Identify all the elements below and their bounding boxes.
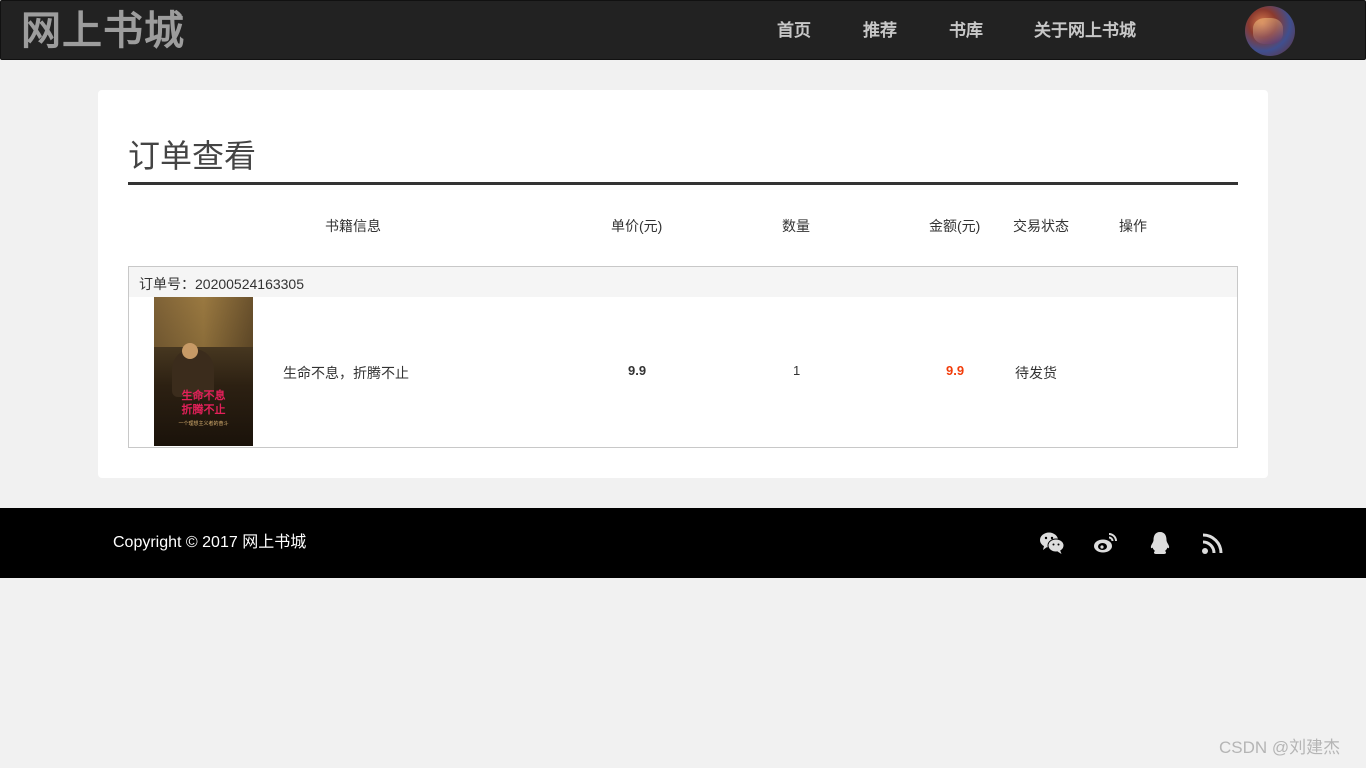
column-header-action: 操作 — [1119, 218, 1147, 234]
column-header-status: 交易状态 — [1013, 218, 1069, 234]
nav-recommend[interactable]: 推荐 — [863, 21, 897, 41]
title-divider — [128, 182, 1238, 185]
column-header-quantity: 数量 — [782, 218, 810, 234]
csdn-watermark: CSDN @刘建杰 — [1219, 738, 1341, 757]
quantity-value: 1 — [793, 363, 801, 378]
book-cover-image[interactable]: 生命不息 折腾不止 一个理想主义者的奋斗 — [154, 297, 253, 446]
nav-library[interactable]: 书库 — [949, 21, 983, 41]
nav-about[interactable]: 关于网上书城 — [1034, 21, 1136, 41]
cover-title-line2: 折腾不止 — [181, 404, 226, 416]
order-card: 订单查看 书籍信息 单价(元) 数量 金额(元) 交易状态 操作 订单号：202… — [98, 90, 1268, 478]
cover-title-line1: 生命不息 — [181, 390, 226, 402]
column-header-unit-price: 单价(元) — [611, 218, 663, 234]
user-avatar[interactable] — [1245, 6, 1295, 56]
order-header: 订单号：20200524163305 — [129, 267, 1237, 297]
qq-icon[interactable] — [1147, 530, 1173, 556]
site-logo[interactable]: 网上书城 — [21, 7, 185, 55]
book-title-link[interactable]: 生命不息，折腾不止 — [283, 363, 409, 383]
order-number: 订单号：20200524163305 — [139, 276, 305, 292]
column-header-amount: 金额(元) — [929, 218, 981, 234]
rss-icon[interactable] — [1200, 530, 1226, 556]
page-title: 订单查看 — [128, 138, 257, 174]
site-footer: Copyright © 2017 网上书城 — [0, 508, 1366, 578]
column-header-book-info: 书籍信息 — [325, 218, 381, 234]
unit-price-value: 9.9 — [628, 363, 647, 378]
top-navbar: 网上书城 首页 推荐 书库 关于网上书城 — [0, 0, 1366, 60]
weibo-icon[interactable] — [1092, 530, 1118, 556]
amount-value: 9.9 — [946, 363, 965, 378]
nav-home[interactable]: 首页 — [777, 21, 811, 41]
copyright-text: Copyright © 2017 网上书城 — [113, 534, 307, 551]
order-item: 订单号：20200524163305 生命不息 折腾不止 一个理想主义者的奋斗 … — [128, 266, 1238, 448]
cover-subtitle: 一个理想主义者的奋斗 — [178, 421, 229, 427]
wechat-icon[interactable] — [1039, 530, 1065, 556]
order-status: 待发货 — [1015, 365, 1057, 381]
